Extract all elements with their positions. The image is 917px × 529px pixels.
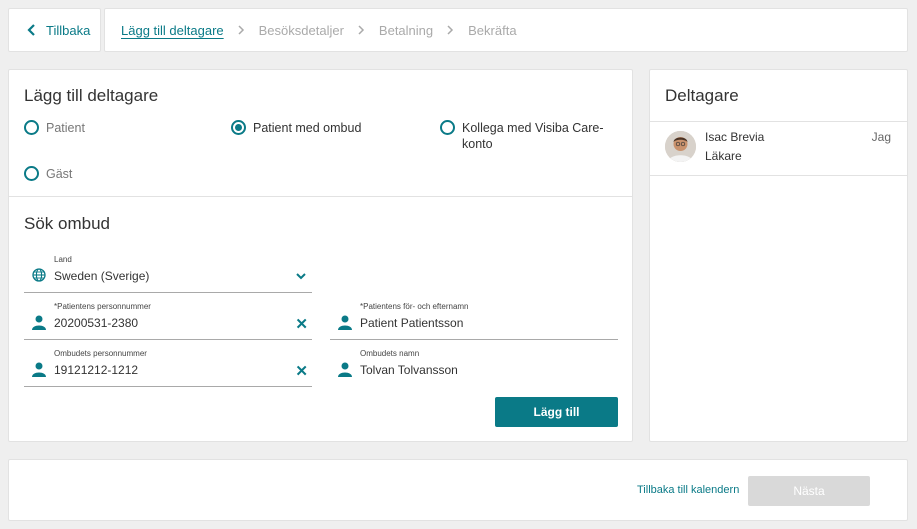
clear-icon[interactable]: ✕ <box>295 364 308 379</box>
step-payment: Betalning <box>378 22 434 38</box>
step-confirm: Bekräfta <box>468 22 517 38</box>
radio-circle <box>24 166 39 181</box>
radio-label: Gäst <box>46 167 73 181</box>
country-value: Sweden (Sverige) <box>54 269 150 283</box>
participant-name: Isac Brevia <box>705 130 765 144</box>
radio-colleague[interactable]: Kollega med Visiba Care- konto <box>440 120 604 152</box>
clear-icon[interactable]: ✕ <box>295 317 308 332</box>
step-add-participant[interactable]: Lägg till deltagare <box>121 23 224 38</box>
radio-circle-checked <box>231 120 246 135</box>
radio-circle <box>440 120 455 135</box>
proxy-name-label: Ombudets namn <box>360 349 420 358</box>
person-icon <box>338 315 352 335</box>
radio-label: Patient med ombud <box>253 121 362 135</box>
proxy-pnr-value: 19121212-1212 <box>54 363 139 377</box>
radio-label: Patient <box>46 121 85 135</box>
person-icon <box>32 362 46 382</box>
chevron-left-icon <box>27 21 36 39</box>
chevron-down-icon[interactable] <box>296 267 306 285</box>
proxy-personal-number-field[interactable]: Ombudets personnummer 19121212-1212 ✕ <box>24 347 312 387</box>
patient-pnr-value: 20200531-2380 <box>54 316 139 330</box>
add-button[interactable]: Lägg till <box>495 397 618 427</box>
avatar <box>665 131 696 162</box>
patient-personal-number-field[interactable]: *Patientens personnummer 20200531-2380 ✕ <box>24 300 312 340</box>
radio-guest[interactable]: Gäst <box>24 166 72 182</box>
radio-circle <box>24 120 39 135</box>
participants-title: Deltagare <box>665 86 739 105</box>
divider <box>9 196 632 197</box>
patient-name-value: Patient Patientsson <box>360 316 464 330</box>
participant-role: Läkare <box>705 149 742 163</box>
footer: Tillbaka till kalendern Nästa <box>8 459 908 521</box>
add-participant-panel: Lägg till deltagare Patient Patient med … <box>8 69 633 442</box>
proxy-name-value: Tolvan Tolvansson <box>360 363 458 377</box>
radio-patient-with-proxy[interactable]: Patient med ombud <box>231 120 361 136</box>
patient-pnr-label: *Patientens personnummer <box>54 302 151 311</box>
person-icon <box>338 362 352 382</box>
list-item: Isac Brevia Läkare Jag <box>650 121 907 176</box>
chevron-right-icon <box>358 23 365 38</box>
country-select[interactable]: Land Sweden (Sverige) <box>24 253 312 293</box>
add-participant-title: Lägg till deltagare <box>24 86 159 105</box>
stepper: Lägg till deltagare Besöksdetaljer Betal… <box>104 8 908 52</box>
radio-label: Kollega med Visiba Care- konto <box>462 121 604 151</box>
next-button[interactable]: Nästa <box>748 476 870 506</box>
back-label: Tillbaka <box>46 22 91 38</box>
radio-patient[interactable]: Patient <box>24 120 85 136</box>
step-visit-details: Besöksdetaljer <box>258 22 344 38</box>
proxy-pnr-label: Ombudets personnummer <box>54 349 147 358</box>
person-icon <box>32 315 46 335</box>
chevron-right-icon <box>238 23 245 38</box>
search-proxy-title: Sök ombud <box>24 214 110 233</box>
chevron-right-icon <box>447 23 454 38</box>
patient-name-field[interactable]: *Patientens för- och efternamn Patient P… <box>330 300 618 340</box>
patient-name-label: *Patientens för- och efternamn <box>360 302 469 311</box>
participants-panel: Deltagare Isac Brevia Läkare Jag <box>649 69 908 442</box>
country-label: Land <box>54 255 72 264</box>
back-to-calendar-link[interactable]: Tillbaka till kalendern <box>637 484 739 496</box>
globe-icon <box>32 268 46 287</box>
back-button[interactable]: Tillbaka <box>8 8 101 52</box>
participant-tag: Jag <box>871 130 891 144</box>
proxy-name-field: Ombudets namn Tolvan Tolvansson <box>330 347 618 387</box>
